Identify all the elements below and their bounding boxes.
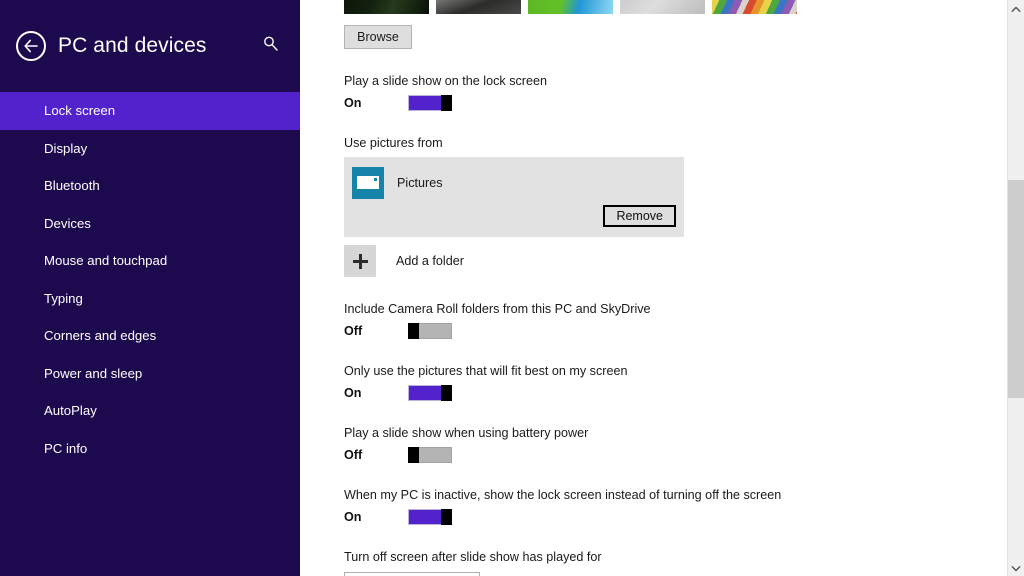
browse-button[interactable]: Browse — [344, 25, 412, 49]
plus-icon[interactable] — [344, 245, 376, 277]
toggle-thumb — [441, 385, 452, 401]
setting-label: When my PC is inactive, show the lock sc… — [344, 488, 782, 502]
page-title: PC and devices — [58, 34, 207, 57]
sidebar-item-label: AutoPlay — [44, 403, 97, 419]
sidebar-nav-list: Lock screen Display Bluetooth Devices Mo… — [0, 92, 300, 467]
lock-screen-thumbnail-speckled-gray[interactable] — [620, 0, 705, 14]
setting-fit-best: Only use the pictures that will fit best… — [344, 363, 964, 401]
setting-battery-power: Play a slide show when using battery pow… — [344, 425, 964, 463]
picture-source-name: Pictures — [397, 176, 443, 190]
fit-best-toggle[interactable] — [408, 385, 452, 401]
toggle-state-label: Off — [344, 448, 363, 462]
picture-source-row[interactable]: Pictures — [344, 157, 684, 199]
lock-screen-thumbnail-dark-leaf[interactable] — [344, 0, 429, 14]
sidebar-item-label: Corners and edges — [44, 328, 157, 344]
chevron-up-icon — [1011, 0, 1021, 18]
pictures-folder-icon — [352, 167, 384, 199]
sidebar: PC and devices Lock screen Display Bluet… — [0, 0, 300, 576]
sidebar-item-display[interactable]: Display — [0, 130, 300, 168]
slideshow-toggle[interactable] — [408, 95, 452, 111]
add-folder-row[interactable]: Add a folder — [344, 245, 964, 277]
toggle-state-label: On — [344, 510, 362, 524]
lock-screen-thumbnail-color-pencils[interactable] — [712, 0, 797, 14]
inactive-lock-screen-toggle[interactable] — [408, 509, 452, 525]
sidebar-item-corners-and-edges[interactable]: Corners and edges — [0, 317, 300, 355]
sidebar-item-autoplay[interactable]: AutoPlay — [0, 392, 300, 430]
sidebar-item-bluetooth[interactable]: Bluetooth — [0, 167, 300, 205]
setting-label: Play a slide show on the lock screen — [344, 74, 548, 88]
settings-content-pane: Browse Play a slide show on the lock scr… — [300, 0, 1024, 576]
remove-button[interactable]: Remove — [603, 205, 676, 227]
sidebar-item-devices[interactable]: Devices — [0, 205, 300, 243]
sidebar-item-lock-screen[interactable]: Lock screen — [0, 92, 300, 130]
scrollbar-thumb[interactable] — [1008, 180, 1024, 398]
turn-off-screen-dropdown[interactable]: Don't turn off — [344, 572, 480, 576]
picture-sources-box: Pictures Remove — [344, 157, 684, 237]
add-folder-label: Add a folder — [396, 254, 464, 268]
toggle-thumb — [441, 95, 452, 111]
toggle-state-label: On — [344, 386, 362, 400]
setting-turn-off-screen: Turn off screen after slide show has pla… — [344, 549, 964, 576]
sidebar-header: PC and devices — [0, 0, 300, 92]
sidebar-item-label: Power and sleep — [44, 365, 143, 381]
toggle-state-label: On — [344, 96, 362, 110]
toggle-thumb — [408, 447, 419, 463]
setting-label: Play a slide show when using battery pow… — [344, 426, 589, 440]
sidebar-item-label: Bluetooth — [44, 178, 100, 194]
setting-label: Include Camera Roll folders from this PC… — [344, 302, 651, 316]
sidebar-item-power-and-sleep[interactable]: Power and sleep — [0, 355, 300, 393]
sidebar-item-mouse-and-touchpad[interactable]: Mouse and touchpad — [0, 242, 300, 280]
scroll-down-button[interactable] — [1008, 559, 1024, 576]
battery-power-toggle[interactable] — [408, 447, 452, 463]
lock-screen-thumbnail-strip — [344, 0, 964, 14]
toggle-state-label: Off — [344, 324, 363, 338]
setting-label: Only use the pictures that will fit best… — [344, 364, 628, 378]
toggle-thumb — [408, 323, 419, 339]
chevron-down-icon — [1011, 559, 1021, 576]
search-button[interactable] — [260, 35, 282, 57]
setting-use-pictures-from: Use pictures from Pictures Remove Add a … — [344, 135, 964, 277]
sidebar-item-label: Mouse and touchpad — [44, 253, 168, 269]
camera-roll-toggle[interactable] — [408, 323, 452, 339]
sidebar-item-pc-info[interactable]: PC info — [0, 430, 300, 468]
sidebar-item-label: PC info — [44, 440, 88, 456]
lock-screen-thumbnail-green-blue[interactable] — [528, 0, 613, 14]
search-icon — [262, 35, 280, 58]
sidebar-item-label: Devices — [44, 215, 91, 231]
lock-screen-thumbnail-gray-rock[interactable] — [436, 0, 521, 14]
setting-slideshow: Play a slide show on the lock screen On — [344, 73, 964, 111]
sidebar-item-label: Display — [44, 140, 88, 156]
scroll-up-button[interactable] — [1008, 0, 1024, 17]
setting-label: Turn off screen after slide show has pla… — [344, 550, 602, 564]
setting-camera-roll: Include Camera Roll folders from this PC… — [344, 301, 964, 339]
back-arrow-icon — [23, 39, 39, 53]
back-button[interactable] — [16, 31, 46, 61]
toggle-thumb — [441, 509, 452, 525]
sidebar-item-label: Lock screen — [44, 103, 116, 119]
setting-label: Use pictures from — [344, 136, 443, 150]
sidebar-item-label: Typing — [44, 290, 83, 306]
vertical-scrollbar[interactable] — [1007, 0, 1024, 576]
pc-settings-window: PC and devices Lock screen Display Bluet… — [0, 0, 1024, 576]
setting-inactive-lock-screen: When my PC is inactive, show the lock sc… — [344, 487, 964, 525]
sidebar-item-typing[interactable]: Typing — [0, 280, 300, 318]
